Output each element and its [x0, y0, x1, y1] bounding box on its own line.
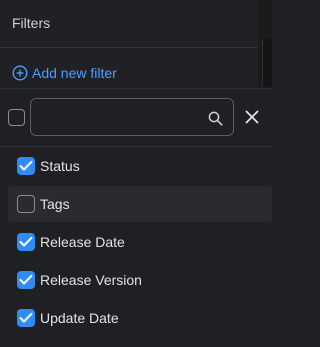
search-row — [0, 89, 272, 147]
add-new-filter-label: Add new filter — [32, 65, 117, 81]
status-checkbox[interactable] — [17, 157, 35, 175]
release-date-checkbox[interactable] — [17, 233, 35, 251]
checkmark-icon — [19, 274, 33, 285]
filter-option-release-version[interactable]: Release Version — [8, 262, 272, 298]
side-panel-inner — [262, 38, 272, 86]
checkmark-icon — [19, 236, 33, 247]
filter-option-label: Update Date — [40, 310, 119, 326]
tags-checkbox[interactable] — [17, 195, 35, 213]
filter-option-tags[interactable]: Tags — [8, 186, 272, 222]
filter-option-release-date[interactable]: Release Date — [8, 224, 272, 260]
checkmark-icon — [19, 312, 33, 323]
search-input[interactable] — [39, 106, 207, 128]
release-version-checkbox[interactable] — [17, 271, 35, 289]
add-new-filter-button[interactable]: Add new filter — [12, 62, 117, 84]
search-box — [30, 98, 234, 136]
filter-option-label: Tags — [40, 196, 70, 212]
filters-header: Filters — [0, 0, 258, 48]
search-icon[interactable] — [208, 111, 223, 126]
filter-option-status[interactable]: Status — [8, 148, 272, 184]
checkmark-icon — [19, 160, 33, 171]
filters-title: Filters — [12, 15, 51, 31]
select-all-checkbox[interactable] — [8, 109, 25, 126]
filter-option-label: Release Date — [40, 234, 125, 250]
plus-circle-icon — [12, 65, 28, 81]
close-icon[interactable] — [244, 109, 260, 125]
filters-panel: Filters Add new filter Status Tags Relea… — [0, 0, 272, 347]
side-panel-edge — [258, 0, 272, 92]
filter-options-dropdown: Status Tags Release Date Release Version… — [0, 88, 272, 347]
filter-option-update-date[interactable]: Update Date — [8, 300, 272, 336]
filter-option-label: Status — [40, 158, 80, 174]
filter-option-label: Release Version — [40, 272, 142, 288]
update-date-checkbox[interactable] — [17, 309, 35, 327]
